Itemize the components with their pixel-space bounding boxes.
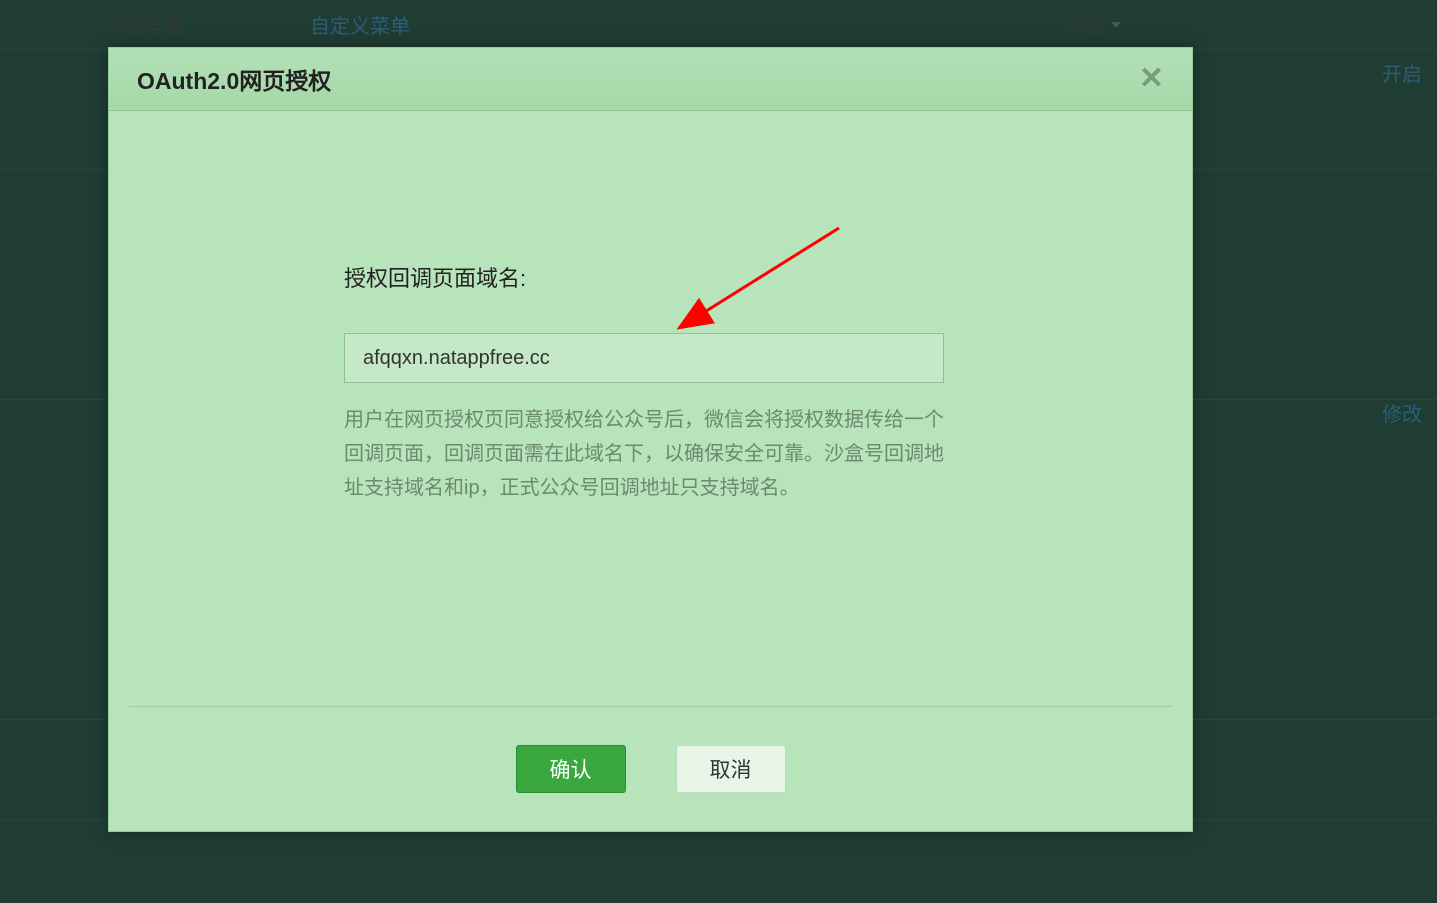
- oauth-modal: OAuth2.0网页授权 ✕ 授权回调页面域名: 用户在网页授权页同意授权给公众…: [108, 47, 1193, 832]
- action-modify-link[interactable]: 修改: [1317, 178, 1437, 427]
- chevron-down-icon: [1111, 22, 1121, 28]
- callback-domain-label: 授权回调页面域名:: [344, 261, 957, 293]
- callback-domain-input[interactable]: [344, 333, 944, 383]
- cell-details[interactable]: 详情: [1067, 10, 1317, 39]
- cell-category: 界面丰富: [0, 10, 275, 39]
- confirm-button[interactable]: 确认: [516, 745, 626, 793]
- help-text: 用户在网页授权页同意授权给公众号后，微信会将授权数据传给一个回调页面，回调页面需…: [344, 403, 944, 505]
- cancel-button[interactable]: 取消: [676, 745, 786, 793]
- cell-feature-link[interactable]: 自定义菜单: [275, 10, 1067, 39]
- table-row: 界面丰富 自定义菜单 详情: [0, 0, 1437, 50]
- action-open-link[interactable]: 开启: [1317, 58, 1437, 87]
- modal-footer: 确认 取消: [129, 706, 1172, 831]
- details-label: 详情: [1067, 10, 1107, 39]
- modal-title: OAuth2.0网页授权: [137, 62, 331, 96]
- modal-header: OAuth2.0网页授权 ✕: [109, 48, 1192, 111]
- close-icon[interactable]: ✕: [1139, 64, 1164, 94]
- modal-body: 授权回调页面域名: 用户在网页授权页同意授权给公众号后，微信会将授权数据传给一个…: [109, 111, 1192, 505]
